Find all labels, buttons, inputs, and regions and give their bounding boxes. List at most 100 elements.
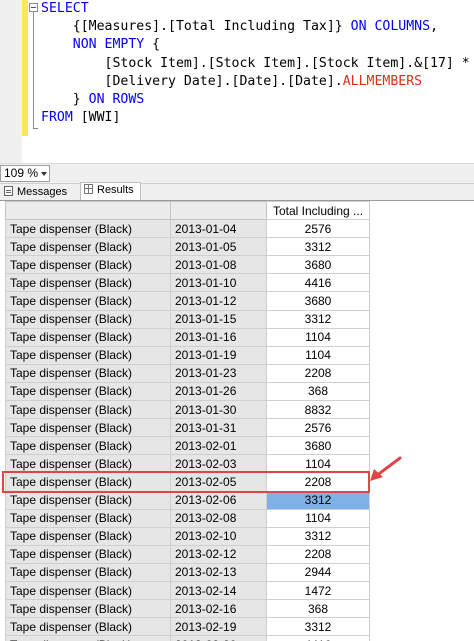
date-cell[interactable]: 2013-02-12 [170,544,267,564]
query-editor[interactable]: SELECT {[Measures].[Total Including Tax]… [0,0,474,163]
total-cell[interactable]: 2576 [266,219,370,239]
table-row[interactable]: Tape dispenser (Black) 2013-02-01 3680 [5,436,370,456]
stock-item-cell[interactable]: Tape dispenser (Black) [5,544,171,564]
zoom-dropdown[interactable]: 109 % [0,165,50,182]
results-tab-strip: Messages Results [0,182,474,201]
table-row[interactable]: Tape dispenser (Black) 2013-01-08 3680 [5,255,370,275]
table-row[interactable]: Tape dispenser (Black) 2013-01-31 2576 [5,418,370,438]
table-row[interactable]: Tape dispenser (Black)2013-02-204416 [5,635,370,641]
column-header-date[interactable] [170,201,267,221]
total-cell[interactable]: 3312 [266,309,370,329]
tab-results[interactable]: Results [80,182,141,201]
date-cell[interactable]: 2013-01-10 [170,273,267,293]
stock-item-cell[interactable]: Tape dispenser (Black) [5,327,171,347]
stock-item-cell[interactable]: Tape dispenser (Black) [5,617,171,637]
total-cell[interactable]: 1104 [266,327,370,347]
stock-item-cell[interactable]: Tape dispenser (Black) [5,580,171,601]
stock-item-cell[interactable]: Tape dispenser (Black) [5,273,171,293]
table-row[interactable]: Tape dispenser (Black) 2013-01-15 3312 [5,309,370,329]
total-cell[interactable]: 2208 [266,544,370,564]
total-cell[interactable]: 2208 [266,363,370,383]
total-cell[interactable]: 2944 [266,562,370,582]
date-cell[interactable]: 2013-01-16 [170,327,267,347]
total-cell[interactable]: 1104 [266,508,370,528]
stock-item-cell[interactable]: Tape dispenser (Black) [5,490,171,510]
stock-item-cell[interactable]: Tape dispenser (Black) [5,562,171,582]
date-cell[interactable]: 2013-02-13 [170,562,267,582]
date-cell[interactable]: 2013-01-15 [170,309,267,329]
total-cell[interactable]: 3680 [266,436,370,456]
table-row[interactable]: Tape dispenser (Black) 2013-02-06 3312 [5,490,370,510]
date-cell[interactable]: 2013-02-19 [170,617,267,637]
date-cell[interactable]: 2013-01-26 [170,381,267,402]
stock-item-cell[interactable]: Tape dispenser (Black) [5,436,171,456]
total-cell[interactable]: 3680 [266,255,370,275]
table-row[interactable]: Tape dispenser (Black) 2013-02-10 3312 [5,526,370,546]
total-cell[interactable]: 2576 [266,418,370,438]
table-row[interactable]: Tape dispenser (Black) 2013-01-23 2208 [5,363,370,383]
table-row[interactable]: Tape dispenser (Black) 2013-01-26 368 [5,381,370,402]
tab-messages[interactable]: Messages [4,185,67,201]
stock-item-cell[interactable]: Tape dispenser (Black) [5,418,171,438]
total-cell[interactable]: 3312 [266,526,370,546]
total-cell[interactable]: 3312 [266,490,370,510]
table-row[interactable]: Tape dispenser (Black) 2013-02-19 3312 [5,617,370,637]
stock-item-cell[interactable]: Tape dispenser (Black) [5,635,171,641]
date-cell[interactable]: 2013-02-16 [170,599,267,619]
total-cell[interactable]: 3312 [266,617,370,637]
table-row[interactable]: Tape dispenser (Black) 2013-02-08 1104 [5,508,370,528]
stock-item-cell[interactable]: Tape dispenser (Black) [5,255,171,275]
column-header-total[interactable]: Total Including ... [266,201,370,221]
date-cell[interactable]: 2013-01-23 [170,363,267,383]
stock-item-cell[interactable]: Tape dispenser (Black) [5,599,171,619]
date-cell[interactable]: 2013-01-04 [170,219,267,239]
date-cell[interactable]: 2013-02-10 [170,526,267,546]
date-cell[interactable]: 2013-02-20 [170,635,267,641]
table-row[interactable]: Tape dispenser (Black) 2013-02-16 368 [5,599,370,619]
table-row[interactable]: Tape dispenser (Black) 2013-01-30 8832 [5,400,370,420]
table-row[interactable]: Tape dispenser (Black) 2013-01-04 2576 [5,219,370,239]
date-cell[interactable]: 2013-02-06 [170,490,267,510]
date-cell[interactable]: 2013-01-31 [170,418,267,438]
stock-item-cell[interactable]: Tape dispenser (Black) [5,363,171,383]
date-cell[interactable]: 2013-01-05 [170,237,267,257]
date-cell[interactable]: 2013-02-14 [170,580,267,601]
stock-item-cell[interactable]: Tape dispenser (Black) [5,219,171,239]
total-cell[interactable]: 8832 [266,400,370,420]
date-cell[interactable]: 2013-01-19 [170,345,267,365]
stock-item-cell[interactable]: Tape dispenser (Black) [5,508,171,528]
code-text: {[Measures].[Total Including Tax]} [41,19,351,35]
table-row[interactable]: Tape dispenser (Black) 2013-02-13 2944 [5,562,370,582]
query-text[interactable]: SELECT {[Measures].[Total Including Tax]… [41,0,470,127]
table-row[interactable]: Tape dispenser (Black) 2013-01-05 3312 [5,237,370,257]
table-row[interactable]: Tape dispenser (Black) 2013-01-10 4416 [5,273,370,293]
date-cell[interactable]: 2013-02-01 [170,436,267,456]
table-row[interactable]: Tape dispenser (Black) 2013-01-19 1104 [5,345,370,365]
total-cell[interactable]: 1104 [266,345,370,365]
column-header-stock-item[interactable] [5,201,171,221]
total-cell[interactable]: 4416 [266,273,370,293]
stock-item-cell[interactable]: Tape dispenser (Black) [5,345,171,365]
stock-item-cell[interactable]: Tape dispenser (Black) [5,291,171,311]
total-cell[interactable]: 368 [266,599,370,619]
table-row[interactable]: Tape dispenser (Black) 2013-02-14 1472 [5,580,370,601]
total-cell[interactable]: 4416 [266,635,370,641]
table-row[interactable]: Tape dispenser (Black) 2013-01-16 1104 [5,327,370,347]
date-cell[interactable]: 2013-01-12 [170,291,267,311]
table-row[interactable]: Tape dispenser (Black) 2013-02-12 2208 [5,544,370,564]
results-grid[interactable]: Total Including ... Tape dispenser (Blac… [0,200,474,641]
stock-item-cell[interactable]: Tape dispenser (Black) [5,309,171,329]
total-cell[interactable]: 3680 [266,291,370,311]
date-cell[interactable]: 2013-02-08 [170,508,267,528]
stock-item-cell[interactable]: Tape dispenser (Black) [5,237,171,257]
date-cell[interactable]: 2013-01-08 [170,255,267,275]
stock-item-cell[interactable]: Tape dispenser (Black) [5,381,171,402]
collapse-icon[interactable] [29,3,38,12]
total-cell[interactable]: 3312 [266,237,370,257]
total-cell[interactable]: 368 [266,381,370,402]
stock-item-cell[interactable]: Tape dispenser (Black) [5,526,171,546]
total-cell[interactable]: 1472 [266,580,370,601]
stock-item-cell[interactable]: Tape dispenser (Black) [5,400,171,420]
date-cell[interactable]: 2013-01-30 [170,400,267,420]
table-row[interactable]: Tape dispenser (Black) 2013-01-12 3680 [5,291,370,311]
